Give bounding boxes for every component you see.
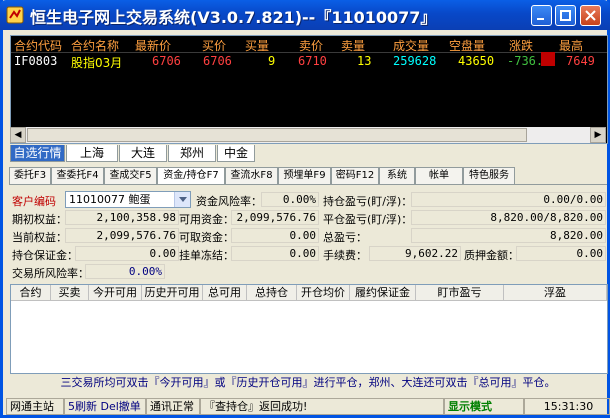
horizontal-scrollbar[interactable]: ◀ ▶ <box>10 127 606 143</box>
tab-dalian[interactable]: 大连 <box>119 145 167 162</box>
position-pnl-label: 持仓盈亏(盯/浮)： <box>323 195 413 208</box>
cell-bid: 6706 <box>203 54 232 68</box>
scroll-thumb[interactable] <box>27 128 527 142</box>
withdrawable-value: 0.00 <box>231 228 319 243</box>
current-equity-label: 当前权益： <box>12 231 67 244</box>
dropdown-button[interactable] <box>174 192 190 207</box>
app-icon <box>6 6 24 24</box>
cell-ask: 6710 <box>298 54 327 68</box>
total-pnl-label: 总盈亏： <box>323 231 367 244</box>
tab-order[interactable]: 委托F3 <box>9 167 51 184</box>
column-header[interactable]: 开仓均价 <box>297 285 350 301</box>
close-pnl-label: 平仓盈亏(盯/浮)： <box>323 213 413 226</box>
minimize-button[interactable] <box>531 5 552 26</box>
fee-label: 手续费： <box>323 249 367 262</box>
margin-value: 0.00 <box>75 246 179 261</box>
close-button[interactable] <box>580 5 601 26</box>
tab-system[interactable]: 系统 <box>379 167 415 184</box>
cell-name: 股指03月 <box>71 56 123 70</box>
risk-label: 资金风险率： <box>196 195 262 208</box>
hint-text: 三交易所均可双击『今开可用』或『历史开仓可用』进行平仓，郑州、大连还可双击『总可… <box>60 376 556 389</box>
app-window: 恒生电子网上交易系统(V3.0.7.821)--『11010077』 合约代码 … <box>0 0 610 418</box>
exchange-risk-value: 0.00% <box>85 264 165 279</box>
column-header[interactable]: 合约 <box>11 285 51 301</box>
margin-label: 持仓保证金： <box>12 249 78 262</box>
column-header[interactable]: 履约保证金 <box>350 285 416 301</box>
client-code-value: 11010077 鲍蛋 <box>69 193 151 206</box>
tab-query-orders[interactable]: 查委托F4 <box>51 167 104 184</box>
column-header[interactable]: 盯市盈亏 <box>416 285 504 301</box>
tab-funds-positions[interactable]: 资金/持仓F7 <box>157 167 225 184</box>
status-shortcut: 5刷新 Del撤单 <box>64 398 146 415</box>
client-code-select[interactable]: 11010077 鲍蛋 <box>65 191 191 208</box>
status-bar: 网通主站 5刷新 Del撤单 通讯正常 『查持仓』返回成功! 显示模式 15:3… <box>6 398 610 415</box>
tab-watchlist[interactable]: 自选行情 <box>10 145 65 162</box>
tab-cffex[interactable]: 中金 <box>217 145 255 162</box>
tab-preorder[interactable]: 预埋单F9 <box>278 167 331 184</box>
cell-bid-vol: 9 <box>268 54 276 68</box>
column-header[interactable]: 历史开可用 <box>142 285 203 301</box>
status-comm: 通讯正常 <box>146 398 200 415</box>
chevron-down-icon <box>179 197 187 202</box>
column-header[interactable]: 总持仓 <box>247 285 297 301</box>
column-header[interactable]: 浮盈 <box>504 285 607 301</box>
position-pnl-value: 0.00/0.00 <box>411 192 606 207</box>
minimize-icon <box>537 18 544 20</box>
frozen-value: 0.00 <box>231 246 319 261</box>
tab-zhengzhou[interactable]: 郑州 <box>168 145 216 162</box>
tab-special-services[interactable]: 特色服务 <box>463 167 515 184</box>
cell-ask-vol: 13 <box>357 54 372 68</box>
positions-table[interactable]: 合约 买卖 今开可用 历史开可用 总可用 总持仓 开仓均价 履约保证金 盯市盈亏… <box>10 284 608 374</box>
client-code-label: 客户编码 <box>12 195 56 208</box>
pledge-label: 质押金额： <box>464 249 519 262</box>
tab-query-trades[interactable]: 查成交F5 <box>104 167 157 184</box>
title-bar[interactable]: 恒生电子网上交易系统(V3.0.7.821)--『11010077』 <box>0 0 610 30</box>
quote-grid-header: 合约代码 合约名称 最新价 买价 买量 卖价 卖量 成交量 空盘量 涨跌 最高 <box>11 36 607 53</box>
scroll-left-icon[interactable]: ◀ <box>10 127 26 143</box>
close-pnl-value: 8,820.00/8,820.00 <box>411 210 606 225</box>
close-icon <box>585 10 596 21</box>
maximize-button[interactable] <box>555 5 576 26</box>
risk-value: 0.00% <box>261 192 319 207</box>
exchange-risk-label: 交易所风险率： <box>12 267 89 280</box>
current-equity-value: 2,099,576.76 <box>65 228 179 243</box>
withdrawable-label: 可取资金： <box>179 231 234 244</box>
tab-query-flow[interactable]: 查流水F8 <box>225 167 278 184</box>
cell-code: IF0803 <box>14 54 58 68</box>
cell-highlight <box>541 52 555 66</box>
tab-statement[interactable]: 帐单 <box>415 167 463 184</box>
cell-open-interest: 43650 <box>458 54 495 68</box>
status-mode[interactable]: 显示模式 <box>444 398 524 415</box>
total-pnl-value: 8,820.00 <box>411 228 606 243</box>
available-funds-label: 可用资金： <box>179 213 234 226</box>
fee-value: 9,602.22 <box>369 246 461 261</box>
cell-last: 6706 <box>152 54 181 68</box>
function-tabs: 委托F3 查委托F4 查成交F5 资金/持仓F7 查流水F8 预埋单F9 密码F… <box>9 167 607 185</box>
initial-equity-value: 2,100,358.98 <box>65 210 179 225</box>
maximize-icon <box>560 10 571 21</box>
status-site: 网通主站 <box>6 398 64 415</box>
tab-password[interactable]: 密码F12 <box>331 167 379 184</box>
initial-equity-label: 期初权益： <box>12 213 67 226</box>
cell-volume: 259628 <box>393 54 437 68</box>
column-header[interactable]: 今开可用 <box>89 285 142 301</box>
cell-high: 7649 <box>566 54 595 68</box>
scroll-right-icon[interactable]: ▶ <box>590 127 606 143</box>
divider <box>11 52 607 53</box>
status-message: 『查持仓』返回成功! <box>200 398 444 415</box>
pledge-value: 0.00 <box>516 246 606 261</box>
available-funds-value: 2,099,576.76 <box>231 210 319 225</box>
status-time: 15:31:30 <box>524 398 610 415</box>
frozen-label: 挂单冻结： <box>179 249 234 262</box>
column-header[interactable]: 总可用 <box>203 285 247 301</box>
tab-shanghai[interactable]: 上海 <box>66 145 118 162</box>
window-title: 恒生电子网上交易系统(V3.0.7.821)--『11010077』 <box>30 8 437 27</box>
column-header[interactable]: 买卖 <box>51 285 89 301</box>
